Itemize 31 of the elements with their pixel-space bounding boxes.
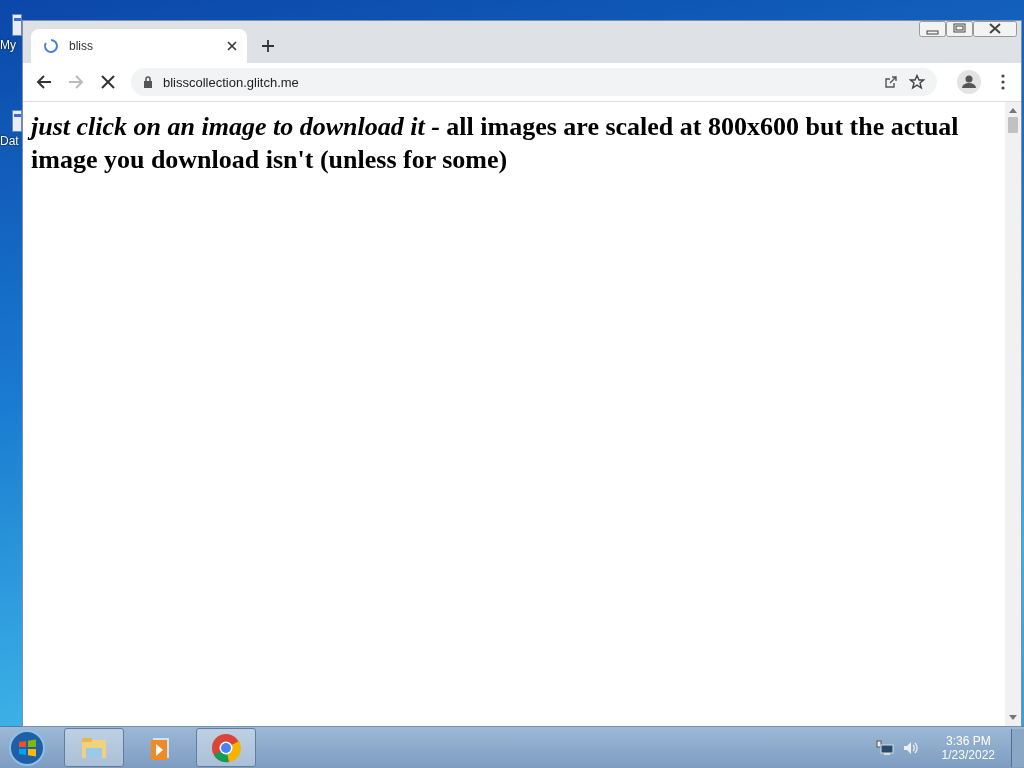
desktop-icon-label[interactable]: Dat <box>0 134 19 148</box>
share-icon[interactable] <box>883 74 899 90</box>
new-tab-plus-icon[interactable] <box>261 39 275 53</box>
scrollbar[interactable] <box>1005 102 1021 726</box>
chrome-logo-icon <box>210 731 242 764</box>
menu-icon[interactable] <box>1001 74 1005 90</box>
start-button[interactable] <box>8 728 46 767</box>
taskbar-button[interactable] <box>196 728 256 767</box>
minimize-button[interactable] <box>919 21 946 37</box>
star-icon[interactable] <box>909 74 925 90</box>
taskbar-button[interactable] <box>64 728 124 767</box>
address-bar[interactable]: blisscollection.glitch.me <box>131 68 937 96</box>
loading-spinner-icon <box>43 38 59 54</box>
stop-icon[interactable] <box>99 73 117 91</box>
network-icon[interactable] <box>875 739 894 756</box>
tab-title: bliss <box>69 39 94 53</box>
browser-tab[interactable]: bliss <box>31 29 247 63</box>
scrollbar-thumb[interactable] <box>1008 117 1018 133</box>
url-text: blisscollection.glitch.me <box>163 74 299 90</box>
close-button[interactable] <box>973 21 1017 37</box>
profile-avatar-icon[interactable] <box>957 70 981 94</box>
maximize-button[interactable] <box>946 21 973 37</box>
lock-icon <box>143 76 153 88</box>
back-arrow-icon[interactable] <box>35 73 53 91</box>
desktop-shortcut-icon[interactable] <box>12 110 22 132</box>
desktop-shortcut-icon[interactable] <box>12 14 22 36</box>
scroll-down-arrow-icon[interactable] <box>1009 715 1017 721</box>
desktop-icon-label[interactable]: My <box>0 38 16 52</box>
show-desktop-button[interactable] <box>1011 728 1024 767</box>
close-icon[interactable] <box>227 41 237 51</box>
scroll-up-arrow-icon[interactable] <box>1009 107 1017 113</box>
